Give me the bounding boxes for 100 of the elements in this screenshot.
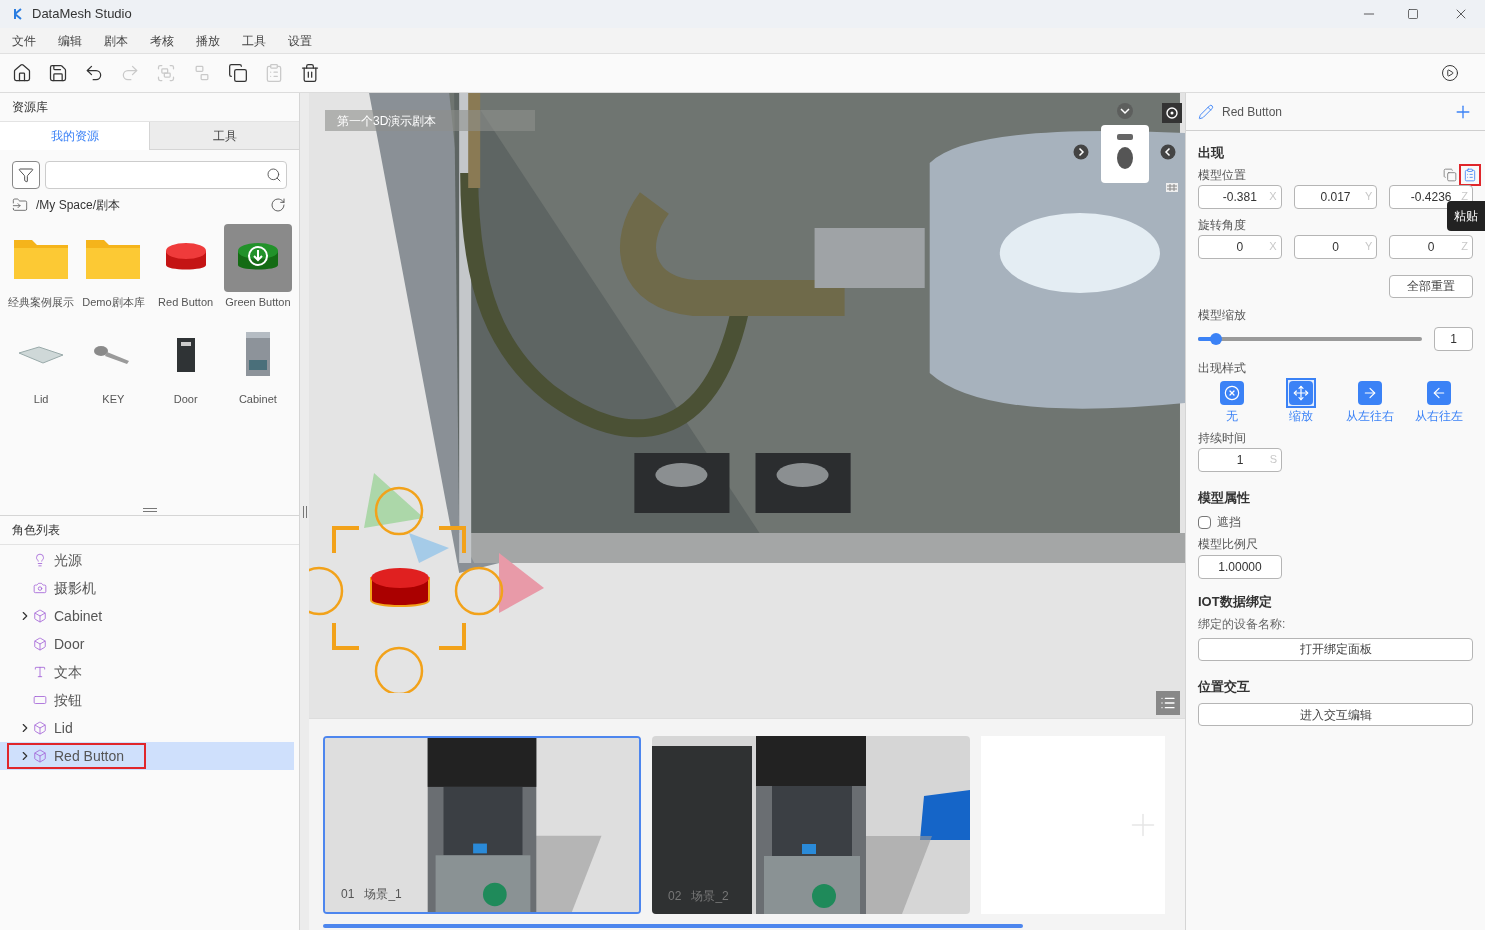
paste-icon [1463, 167, 1477, 182]
checkbox-label: 遮挡 [1217, 514, 1241, 530]
tree-label: 按钮 [54, 691, 82, 710]
tree-item[interactable]: Cabinet [0, 602, 294, 630]
interaction-edit-button[interactable]: 进入交互编辑 [1198, 703, 1473, 726]
menu-item[interactable]: 工具 [242, 32, 266, 49]
splitter-handle-icon[interactable] [302, 505, 307, 518]
tab[interactable]: 我的资源 [0, 122, 149, 150]
resource-item[interactable]: Door [149, 320, 222, 407]
resource-item[interactable]: Lid [5, 320, 78, 407]
chevron-right-icon[interactable] [1073, 144, 1089, 160]
slider-thumb[interactable] [1209, 332, 1222, 345]
list-button[interactable] [1156, 691, 1180, 715]
field-value: 1.00000 [1218, 559, 1262, 575]
menu-item[interactable]: 考核 [150, 32, 174, 49]
paste-button[interactable] [1459, 163, 1481, 186]
menu-item[interactable]: 文件 [12, 32, 36, 49]
home-icon[interactable] [12, 63, 32, 83]
menu-item[interactable]: 设置 [288, 32, 312, 49]
tooltip: 粘贴 [1447, 201, 1485, 231]
scene-title: 第一个3D演示剧本 [325, 110, 535, 131]
resource-label: Lid [33, 391, 49, 407]
section-heading: 位置交互 [1198, 677, 1251, 696]
tree-label: Red Button [54, 747, 125, 766]
camera-icon [33, 581, 47, 595]
tree-item[interactable]: 光源 [0, 546, 294, 574]
resource-label: KEY [102, 391, 125, 407]
chevron-left-icon[interactable] [1160, 144, 1176, 160]
view-cube[interactable] [1101, 125, 1149, 183]
style-label: 从右往左 [1414, 407, 1463, 424]
resource-item[interactable]: Red Button [149, 224, 222, 311]
field-value: 1 [1450, 330, 1457, 347]
resource-label: Green Button [225, 295, 291, 310]
field-value: 0 [1236, 238, 1244, 255]
resource-item[interactable]: Demo剧本库 [77, 224, 150, 311]
reset-button[interactable]: 全部重置 [1389, 274, 1473, 298]
field-value: 0.017 [1320, 188, 1351, 205]
delete-icon[interactable] [300, 63, 320, 83]
tree-item[interactable]: 文本 [0, 658, 294, 686]
scrollbar[interactable] [323, 924, 1023, 928]
field-label: 模型缩放 [1198, 306, 1247, 323]
scene-thumbnail[interactable]: 01 场景_1 [323, 736, 641, 914]
tree-label: Cabinet [54, 607, 103, 626]
scene-label: 02 场景_2 [668, 888, 729, 904]
button-icon [33, 693, 47, 707]
menu-item[interactable]: 编辑 [58, 32, 82, 49]
folder-up-icon[interactable] [12, 197, 28, 213]
undo-icon[interactable] [84, 63, 104, 83]
recenter-icon[interactable] [1162, 103, 1182, 123]
resource-label: Red Button [158, 295, 214, 310]
panel-title: 角色列表 [12, 522, 60, 538]
tree-label: Lid [54, 719, 73, 738]
number-field[interactable]: 1.00000 [1198, 555, 1282, 579]
object-name: Red Button [1222, 103, 1283, 120]
resource-label: 经典案例展示 [8, 295, 75, 310]
search-icon [266, 167, 282, 183]
scene-label: 01 场景_1 [341, 886, 402, 902]
resource-item[interactable]: KEY [77, 320, 150, 407]
refresh-icon[interactable] [270, 197, 286, 213]
copy-icon[interactable] [228, 63, 248, 83]
search-field[interactable] [45, 161, 287, 189]
play-icon[interactable] [1441, 64, 1459, 82]
grid-icon[interactable] [1166, 183, 1178, 192]
section-heading: 出现 [1198, 144, 1225, 162]
save-icon[interactable] [48, 63, 68, 83]
tree-item[interactable]: 按钮 [0, 686, 294, 714]
list-icon [1160, 695, 1176, 711]
number-field[interactable]: 1 [1434, 326, 1473, 351]
model-icon [33, 721, 47, 735]
menu-item[interactable]: 剧本 [104, 32, 128, 49]
field-label: 持续时间 [1198, 429, 1247, 446]
tree-label: 光源 [54, 551, 82, 570]
splitter-handle-icon[interactable] [142, 508, 157, 512]
tree-item[interactable]: Lid [0, 714, 294, 742]
menu-item[interactable]: 播放 [196, 32, 220, 49]
field-label: 出现样式 [1198, 359, 1247, 376]
edit-icon[interactable] [1198, 103, 1214, 120]
tab[interactable]: 工具 [149, 122, 299, 150]
tree-label: 文本 [54, 663, 82, 682]
door-drawing [174, 335, 197, 374]
tree-item[interactable]: Door [0, 630, 294, 658]
tree-label: Door [54, 635, 85, 654]
field-value: 0 [1332, 238, 1339, 255]
filter-button[interactable] [12, 161, 40, 189]
resource-item[interactable]: 经典案例展示 [5, 224, 78, 311]
model-icon [33, 609, 47, 623]
model-icon [33, 637, 47, 651]
maximize-icon[interactable] [1407, 8, 1419, 20]
resource-item[interactable]: Cabinet [221, 320, 294, 407]
filter-icon [18, 167, 34, 183]
window-title: DataMesh Studio [32, 5, 132, 24]
checkbox[interactable] [1198, 515, 1211, 529]
style-option[interactable] [1286, 377, 1317, 408]
field-value: 0 [1427, 238, 1435, 255]
tree-item[interactable]: Red Button [0, 742, 294, 770]
chevron-down-icon[interactable] [1116, 102, 1134, 120]
tree-item[interactable]: 摄影机 [0, 574, 294, 602]
style-label: 缩放 [1289, 407, 1314, 424]
scale-icon [1293, 384, 1310, 401]
binding-panel-button[interactable]: 打开绑定面板 [1198, 637, 1473, 661]
